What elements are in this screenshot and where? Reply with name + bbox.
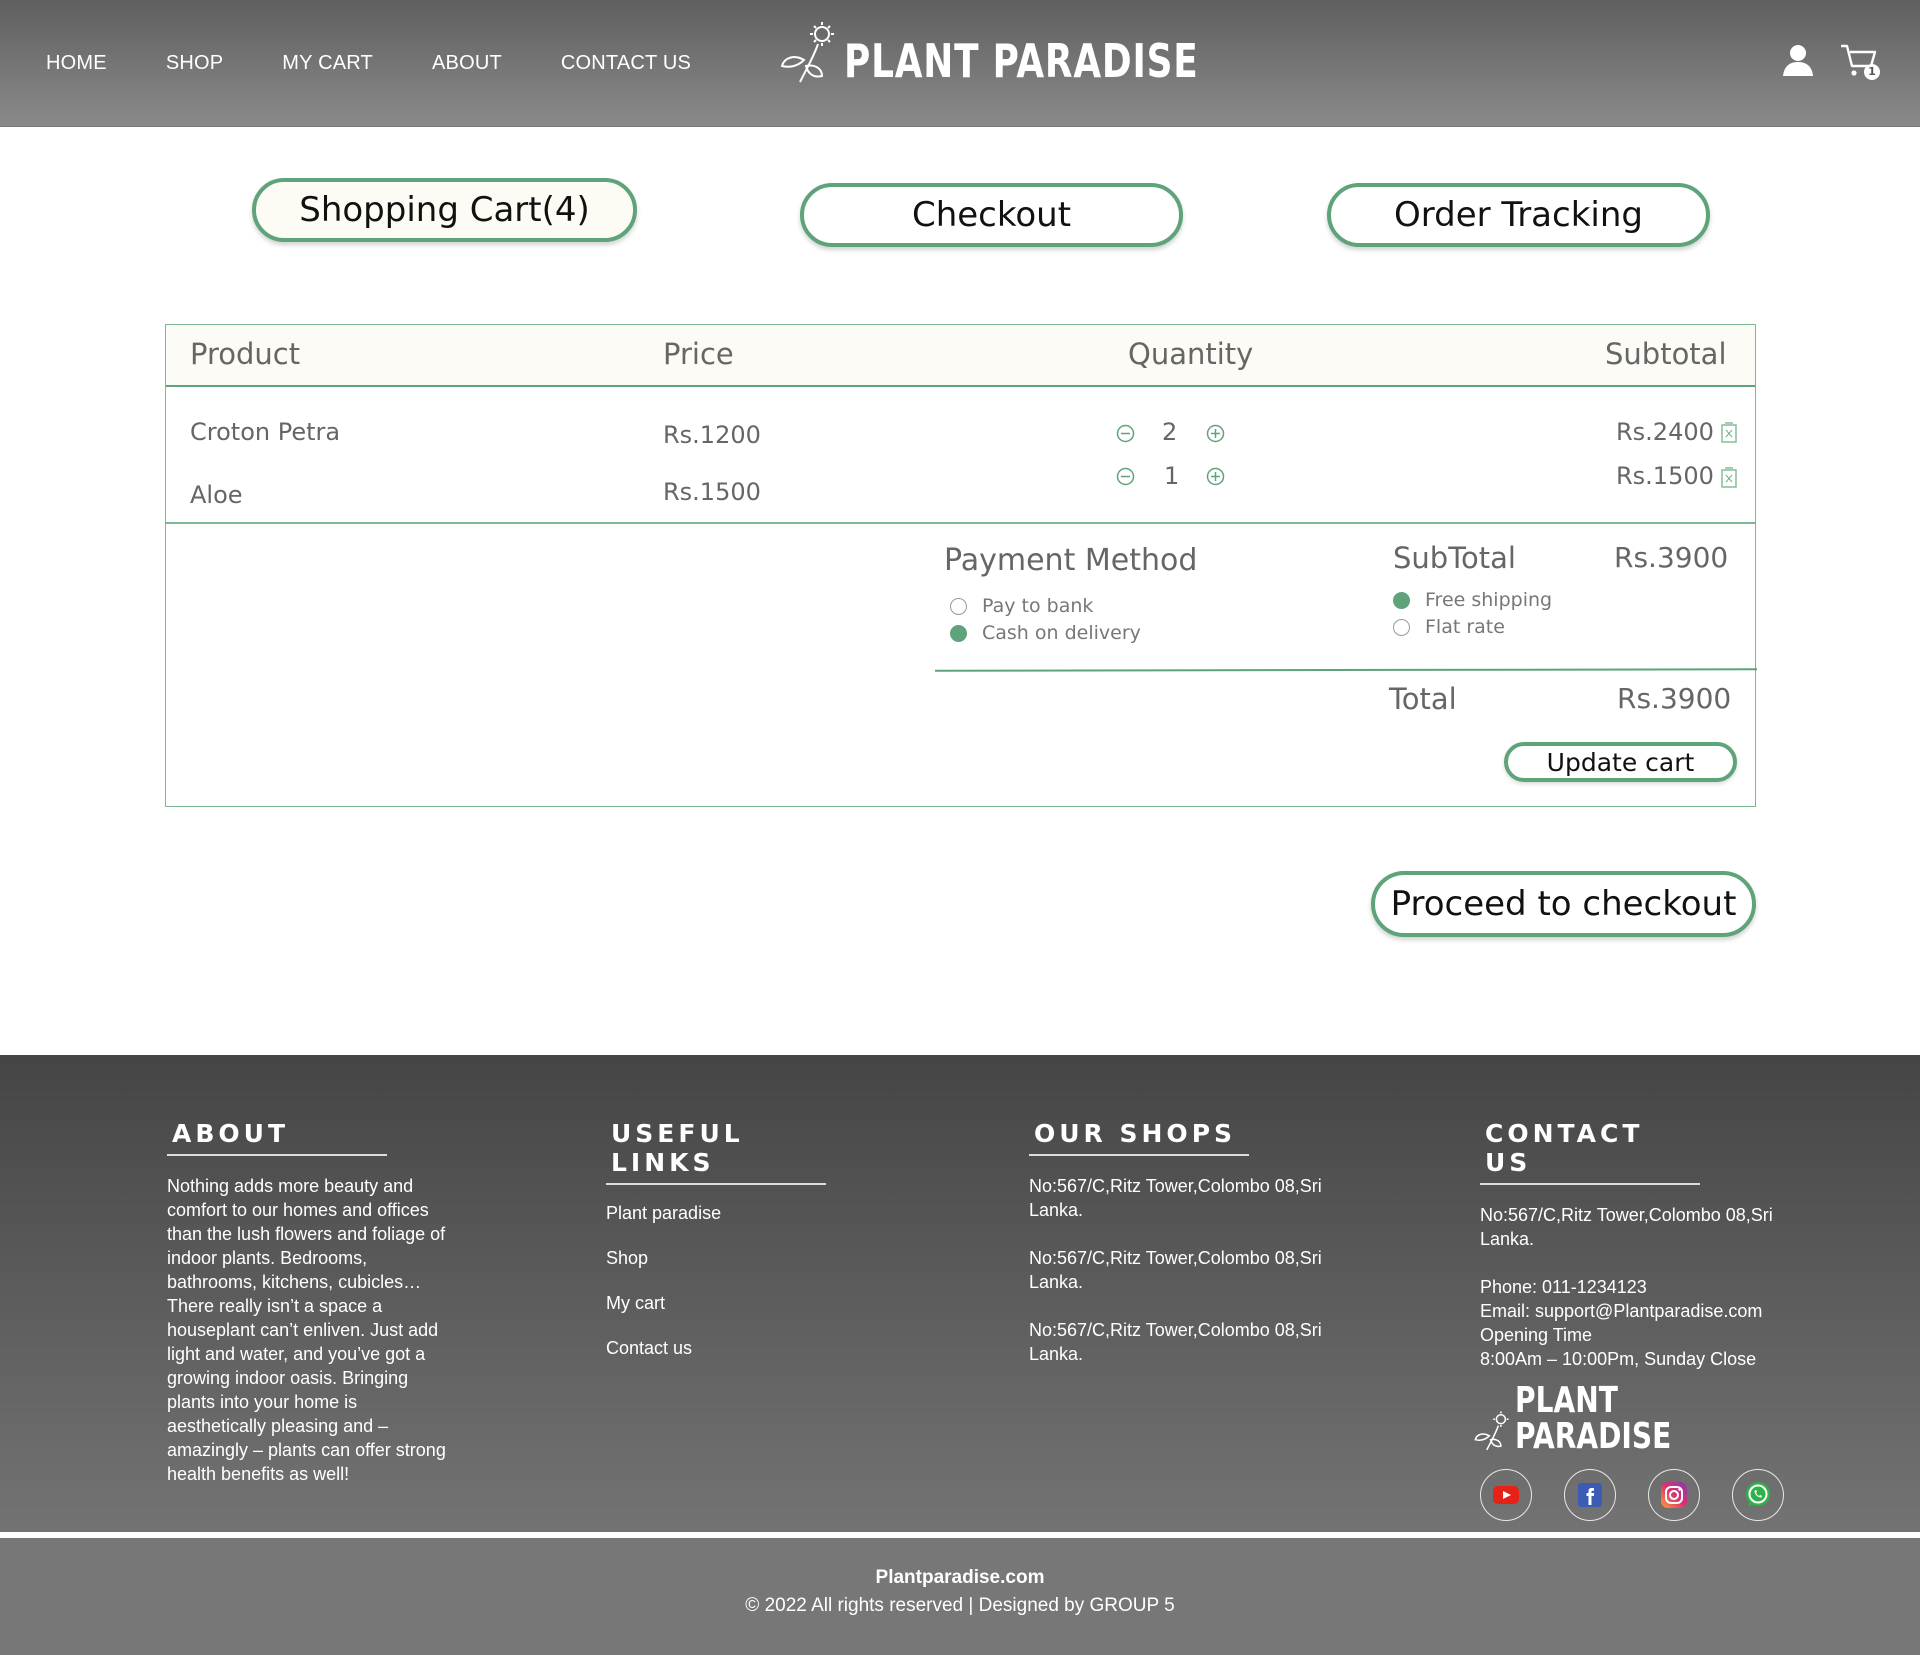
footer-useful-links: USEFUL LINKS Plant paradise Shop My cart… [606,1119,856,1383]
trash-icon[interactable] [1720,421,1738,443]
cart-item-quantity: 1 [1164,462,1180,490]
radio-button[interactable] [950,624,967,642]
contact-email: Email: support@Plantparadise.com [1480,1301,1763,1321]
brand-name: PLANT PARADISE [844,34,1199,88]
footer-link-my-cart[interactable]: My cart [606,1293,856,1314]
social-links [1480,1469,1820,1521]
shipping-option-free[interactable]: Free shipping [1393,589,1552,611]
contact-opening-label: Opening Time [1480,1325,1593,1345]
tab-order-tracking[interactable]: Order Tracking [1327,183,1710,247]
footer-bottom-bar: Plantparadise.com © 2022 All rights rese… [0,1538,1920,1655]
cart-item-name: Croton Petra [190,418,341,446]
footer-link-plant-paradise[interactable]: Plant paradise [606,1203,856,1224]
contact-address: No:567/C,Ritz Tower,Colombo 08,Sri Lanka… [1480,1205,1773,1249]
shipping-option-label: Flat rate [1425,616,1505,638]
total-value: Rs.3900 [1617,682,1732,715]
update-cart-button[interactable]: Update cart [1504,742,1737,782]
cart-icon[interactable]: 1 [1840,42,1880,80]
cart-item-subtotal: Rs.1500 [1616,462,1714,490]
total-divider [934,668,1758,672]
cart-count-badge: 1 [1864,64,1880,80]
cart-table-header: Product Price Quantity Subtotal [166,325,1755,387]
nav-about[interactable]: ABOUT [432,52,502,75]
footer-brand-name: PLANT PARADISE [1515,1380,1672,1457]
column-header-price: Price [663,337,734,371]
contact-hours: 8:00Am – 10:00Pm, Sunday Close [1480,1349,1757,1369]
footer-links-title: USEFUL LINKS [606,1119,826,1185]
brand-logo[interactable]: PLANT PARADISE [780,20,1298,88]
shipping-option-flat-rate[interactable]: Flat rate [1393,616,1505,638]
column-header-product: Product [190,337,301,371]
footer-links-list: Plant paradise Shop My cart Contact us [606,1203,856,1359]
total-label: Total [1389,682,1457,716]
minus-circle-icon[interactable] [1116,424,1135,443]
footer-shops-title: OUR SHOPS [1029,1119,1249,1156]
plus-circle-icon[interactable] [1206,424,1225,443]
column-header-subtotal: Subtotal [1605,337,1727,371]
footer-contact-title: CONTACT US [1480,1119,1700,1185]
footer-link-contact-us[interactable]: Contact us [606,1338,856,1359]
proceed-to-checkout-button[interactable]: Proceed to checkout [1371,871,1756,937]
payment-method-title: Payment Method [944,543,1198,578]
contact-phone: Phone: 011-1234123 [1480,1277,1647,1297]
nav-home[interactable]: HOME [46,52,107,75]
radio-button[interactable] [1393,591,1410,609]
row-divider [166,522,1755,524]
cart-item-name: Aloe [190,481,243,509]
tab-checkout[interactable]: Checkout [800,183,1183,247]
radio-button[interactable] [950,597,967,615]
cart-item-price: Rs.1200 [663,421,761,449]
footer-our-shops: OUR SHOPS No:567/C,Ritz Tower,Colombo 08… [1029,1119,1349,1390]
footer-site-name: Plantparadise.com [875,1567,1045,1588]
plant-logo-icon [780,22,834,83]
footer-about: ABOUT Nothing adds more beauty and comfo… [167,1119,457,1486]
column-header-quantity: Quantity [1128,337,1254,371]
cart-item-quantity: 2 [1162,418,1178,446]
cart-table: Product Price Quantity Subtotal Croton P… [165,324,1758,807]
footer-brand-logo: PLANT PARADISE [1474,1380,1820,1457]
nav-contact-us[interactable]: CONTACT US [561,52,691,75]
trash-icon[interactable] [1720,466,1738,488]
cart-item-subtotal: Rs.2400 [1616,418,1714,446]
shop-address: No:567/C,Ritz Tower,Colombo 08,Sri Lanka… [1029,1176,1322,1220]
footer-about-title: ABOUT [167,1119,387,1156]
cart-item-price: Rs.1500 [663,478,761,506]
site-footer: ABOUT Nothing adds more beauty and comfo… [0,1055,1920,1535]
payment-option-label: Pay to bank [982,595,1094,617]
header-actions: 1 [1780,42,1880,80]
footer-copyright: © 2022 All rights reserved | Designed by… [745,1595,1175,1616]
youtube-icon[interactable] [1480,1469,1532,1521]
payment-option-pay-to-bank[interactable]: Pay to bank [950,595,1093,617]
user-icon[interactable] [1780,42,1816,78]
nav-shop[interactable]: SHOP [166,52,223,75]
shop-address: No:567/C,Ritz Tower,Colombo 08,Sri Lanka… [1029,1320,1322,1364]
footer-link-shop[interactable]: Shop [606,1248,856,1269]
nav-my-cart[interactable]: MY CART [282,52,373,75]
plant-logo-icon [1474,1411,1509,1451]
plus-circle-icon[interactable] [1206,467,1225,486]
whatsapp-icon[interactable] [1732,1469,1784,1521]
footer-about-text: Nothing adds more beauty and comfort to … [167,1176,446,1484]
minus-circle-icon[interactable] [1116,467,1135,486]
payment-option-label: Cash on delivery [982,622,1141,644]
shipping-option-label: Free shipping [1425,589,1553,611]
instagram-icon[interactable] [1648,1469,1700,1521]
footer-shops-list: No:567/C,Ritz Tower,Colombo 08,Sri Lanka… [1029,1174,1349,1366]
tab-shopping-cart[interactable]: Shopping Cart(4) [252,178,637,242]
main-nav: HOME SHOP MY CART ABOUT CONTACT US [46,52,750,75]
subtotal-label: SubTotal [1393,541,1516,575]
footer-contact-us: CONTACT US No:567/C,Ritz Tower,Colombo 0… [1474,1119,1820,1521]
shop-address: No:567/C,Ritz Tower,Colombo 08,Sri Lanka… [1029,1248,1322,1292]
radio-button[interactable] [1393,618,1410,636]
site-header: HOME SHOP MY CART ABOUT CONTACT US PLANT… [0,0,1920,127]
facebook-icon[interactable] [1564,1469,1616,1521]
subtotal-value: Rs.3900 [1614,541,1729,574]
payment-option-cash-on-delivery[interactable]: Cash on delivery [950,622,1141,644]
